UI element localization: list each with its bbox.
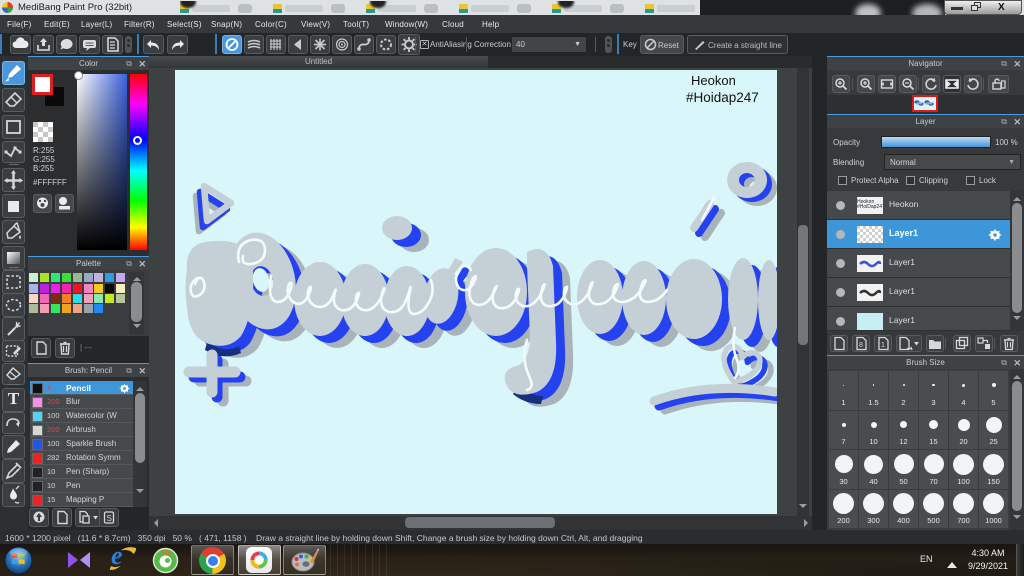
svg-text:8: 8 [859, 342, 863, 349]
svg-text:Heokon: Heokon [691, 73, 736, 88]
svg-text:S: S [107, 514, 112, 523]
svg-text:#Hoidap247: #Hoidap247 [686, 90, 759, 105]
svg-text:1: 1 [881, 342, 885, 349]
